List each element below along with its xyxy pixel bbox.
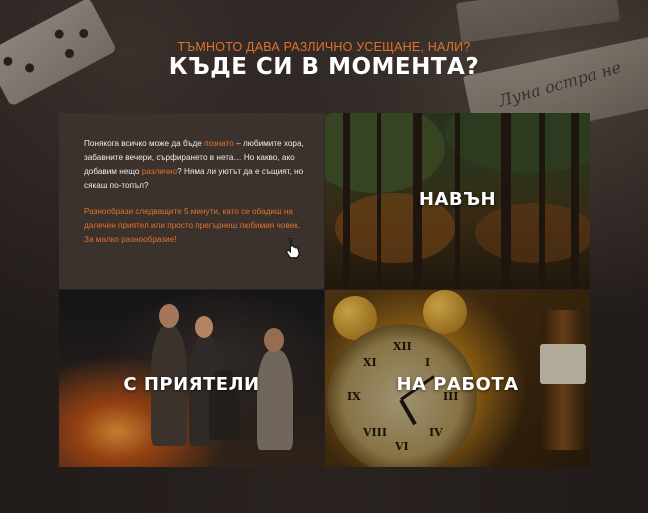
tile-friends-label: С ПРИЯТЕЛИ	[123, 374, 260, 395]
intro-panel: Понякога всичко може да бъде познато – л…	[59, 113, 324, 289]
intro-text: Понякога всичко може да бъде познато – л…	[84, 139, 304, 190]
hand-pointer-icon	[286, 237, 300, 259]
tile-work[interactable]: XII IX III VI XI I VIII IV НА РАБОТА	[325, 290, 590, 467]
tile-outside[interactable]: НАВЪН	[325, 113, 590, 289]
tile-work-label: НА РАБОТА	[396, 374, 519, 395]
tile-outside-label: НАВЪН	[418, 189, 497, 210]
paper-decoration	[455, 0, 621, 43]
intro-highlight-different: различно	[141, 167, 178, 176]
intro-highlight-familiar: познато	[204, 139, 234, 148]
tile-friends[interactable]: С ПРИЯТЕЛИ	[59, 290, 324, 467]
location-grid: Понякога всичко може да бъде познато – л…	[59, 113, 590, 467]
call-to-action-text: Разнообрази следващите 5 минути, като се…	[84, 207, 301, 244]
page-subtitle: ТЪМНОТО ДАВА РАЗЛИЧНО УСЕЩАНЕ, НАЛИ?	[177, 40, 471, 54]
page-title: КЪДЕ СИ В МОМЕНТА?	[168, 54, 480, 80]
